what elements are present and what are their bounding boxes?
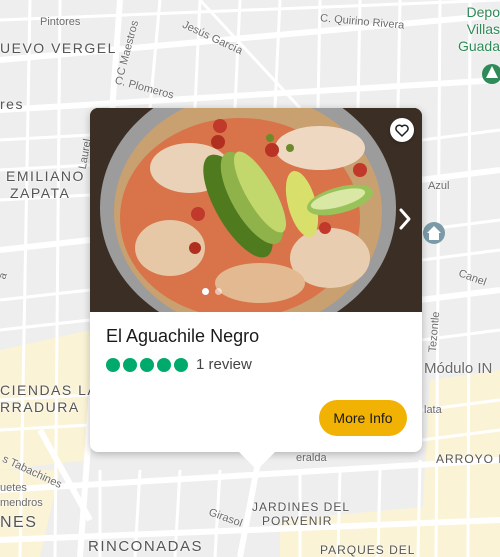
rating-bubble-icon: [157, 357, 171, 372]
map-label-neighborhood: ARROYO H: [436, 452, 500, 466]
next-photo-button[interactable]: [394, 202, 416, 236]
card-pointer: [239, 452, 275, 470]
restaurant-photo[interactable]: [90, 108, 422, 312]
rating-bubble-icon: [106, 357, 120, 372]
heart-outline-icon: [395, 124, 409, 137]
map-label-poi: Módulo IN: [424, 360, 493, 377]
map-label-neighborhood: RINCONADAS: [88, 538, 204, 555]
map-label-poi: Depo Villas Guada: [452, 4, 500, 55]
rating-bubble-icon: [174, 357, 188, 372]
food-image: [90, 108, 422, 312]
poi-line: Villas: [466, 21, 500, 37]
more-info-button[interactable]: More Info: [319, 400, 407, 436]
map-label-neighborhood: EMILIANO: [6, 168, 85, 184]
rating: 1 review: [106, 356, 252, 373]
map-label-neighborhood: PARQUES DEL: [320, 543, 416, 557]
restaurant-card[interactable]: El Aguachile Negro 1 review More Info: [90, 108, 422, 470]
pagination-dot[interactable]: [215, 288, 222, 295]
map-label-street: uetes: [0, 482, 27, 494]
map-label-neighborhood: NES: [0, 514, 38, 531]
poi-line: Depo: [466, 4, 500, 20]
photo-pagination: [202, 288, 222, 295]
map-label-neighborhood: ZAPATA: [10, 185, 71, 201]
rating-bubble-icon: [140, 357, 154, 372]
map-label-neighborhood: res: [0, 96, 24, 112]
map-label-neighborhood: JARDINES DEL: [252, 500, 351, 514]
rating-bubble-icon: [123, 357, 137, 372]
restaurant-name[interactable]: El Aguachile Negro: [106, 326, 259, 347]
chevron-right-icon: [399, 208, 411, 230]
pagination-dot-active[interactable]: [202, 288, 209, 295]
map-label-neighborhood: RRADURA: [0, 399, 80, 415]
favorite-button[interactable]: [390, 118, 414, 142]
map-label-neighborhood: CIENDAS LA: [0, 382, 99, 398]
map-label-street: mendros: [0, 497, 43, 509]
map-label-street: lata: [424, 404, 442, 416]
map-label-neighborhood: UEVO VERGEL: [0, 40, 117, 56]
map-label-street: eralda: [296, 452, 327, 464]
map-label-street: Pintores: [40, 16, 81, 28]
review-count[interactable]: 1 review: [196, 356, 252, 373]
map-label-street: Azul: [428, 180, 450, 192]
poi-line: Guada: [457, 38, 500, 54]
map-label-neighborhood: PORVENIR: [262, 514, 333, 528]
